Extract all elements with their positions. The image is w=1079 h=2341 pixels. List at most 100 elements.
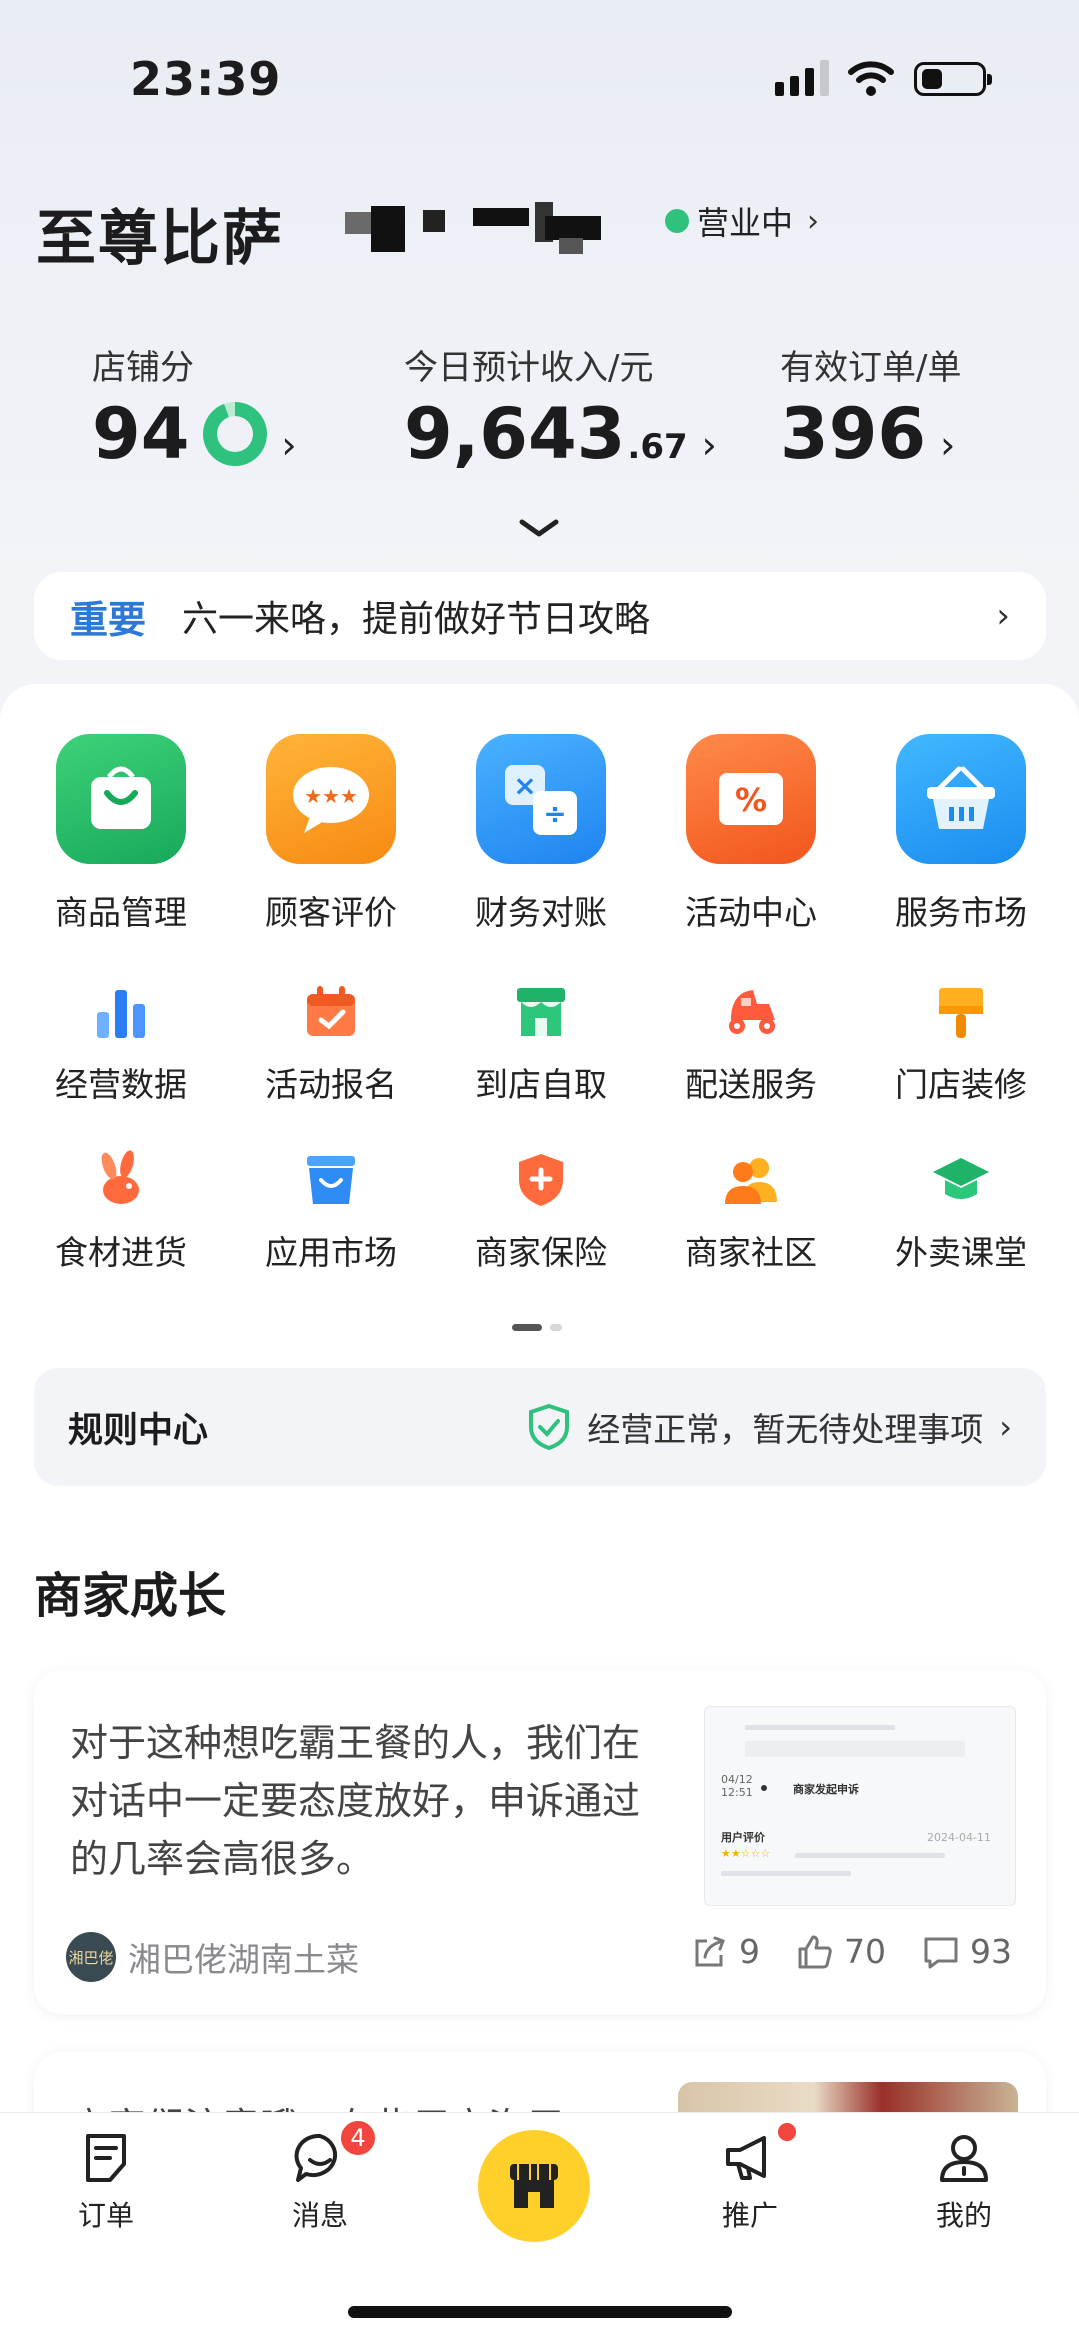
grid-item-customer-reviews[interactable]: ★★★ 顾客评价 — [236, 734, 426, 934]
thumb-time: 04/12 12:51 — [721, 1773, 753, 1799]
open-status-dot — [665, 209, 689, 233]
svg-text:★★★: ★★★ — [304, 784, 358, 808]
review-bubble-icon: ★★★ — [266, 734, 396, 864]
store-home-icon — [510, 2164, 558, 2208]
grid-item-service-market[interactable]: 服务市场 — [866, 734, 1056, 934]
paint-brush-icon — [939, 988, 983, 1038]
megaphone-icon — [726, 2136, 766, 2180]
chevron-right-icon: › — [701, 423, 717, 467]
orders-value: 396 — [780, 393, 927, 475]
secondary-function-row-1: 经营数据 活动报名 到店自取 配送服务 门店装修 — [26, 982, 1056, 1106]
tab-profile[interactable]: 我的 — [904, 2130, 1024, 2234]
grid-item-activity-signup[interactable]: 活动报名 — [236, 982, 426, 1106]
grid-item-store-pickup[interactable]: 到店自取 — [446, 982, 636, 1106]
notice-tag: 重要 — [70, 597, 147, 642]
share-icon — [695, 1936, 725, 1966]
thumb-review-label: 用户评价 — [721, 1831, 765, 1844]
rabbit-icon — [101, 1150, 139, 1204]
delivery-scooter-icon — [729, 990, 775, 1034]
chevron-right-icon: › — [996, 596, 1010, 636]
order-list-icon — [86, 2134, 126, 2182]
grid-item-ingredient-purchase[interactable]: 食材进货 — [26, 1150, 216, 1274]
share-button[interactable]: 9 — [691, 1932, 760, 1971]
grid-item-label: 外卖课堂 — [895, 1233, 1027, 1272]
bar-chart-icon — [97, 990, 145, 1038]
article-text: 对于这种想吃霸王餐的人，我们在对话中一定要态度放好，申诉通过的几率会高很多。 — [70, 1721, 641, 1881]
basket-icon — [896, 734, 1026, 864]
chevron-right-icon: › — [807, 203, 820, 239]
section-title: 商家成长 — [34, 1568, 227, 1624]
shop-name: 至尊比萨 — [36, 204, 284, 274]
grid-item-delivery-service[interactable]: 配送服务 — [656, 982, 846, 1106]
store-score-value: 94 — [92, 393, 190, 475]
rules-center-bar[interactable]: 规则中心 经营正常，暂无待处理事项 › — [34, 1368, 1046, 1486]
grid-item-merchant-community[interactable]: 商家社区 — [656, 1150, 846, 1274]
wifi-icon — [848, 61, 894, 96]
shield-plus-icon — [519, 1154, 563, 1206]
chevron-down-icon[interactable] — [518, 516, 560, 540]
tab-label: 推广 — [721, 2199, 778, 2232]
page-dot — [550, 1324, 562, 1331]
business-status[interactable]: 营业中 › — [665, 198, 819, 244]
tab-store-home[interactable] — [478, 2130, 590, 2242]
cellular-signal-icon — [775, 60, 829, 96]
grid-item-activity-center[interactable]: % 活动中心 — [656, 734, 846, 934]
finance-calculator-icon: × ÷ — [476, 734, 606, 864]
like-button[interactable]: 70 — [796, 1932, 886, 1971]
grid-item-label: 活动中心 — [685, 893, 817, 932]
grid-item-label: 配送服务 — [685, 1065, 817, 1104]
article-thumbnail: 04/12 12:51 商家发起申诉 用户评价 2024-04-11 ★★☆☆☆ — [704, 1706, 1016, 1906]
orders-stat[interactable]: 有效订单/单 396 › — [780, 340, 961, 475]
article-author[interactable]: 湘巴佬 湘巴佬湖南土菜 — [66, 1932, 359, 1982]
tab-label: 消息 — [291, 2199, 348, 2232]
community-people-icon — [725, 1158, 777, 1204]
grid-item-app-market[interactable]: 应用市场 — [236, 1150, 426, 1274]
orders-label: 有效订单/单 — [780, 348, 962, 388]
calendar-check-icon — [307, 986, 355, 1036]
rules-status-text: 经营正常，暂无待处理事项 — [587, 1410, 984, 1449]
grid-item-label: 商家保险 — [475, 1233, 607, 1272]
thumb-date: 2024-04-11 — [927, 1831, 991, 1844]
grid-page-indicator — [512, 1324, 562, 1331]
grid-item-label: 门店装修 — [895, 1065, 1027, 1104]
grid-item-merchant-insurance[interactable]: 商家保险 — [446, 1150, 636, 1274]
svg-text:×: × — [513, 769, 536, 802]
comment-icon — [924, 1937, 958, 1968]
grid-item-label: 财务对账 — [475, 893, 607, 932]
message-count-badge: 4 — [338, 2118, 378, 2158]
graduation-cap-icon — [933, 1158, 989, 1199]
rules-center-title: 规则中心 — [68, 1410, 209, 1451]
thumbs-up-icon — [798, 1935, 832, 1968]
grid-item-label: 服务市场 — [895, 893, 1027, 932]
income-stat[interactable]: 今日预计收入/元 9,643 .67 › — [404, 340, 717, 475]
storefront-icon — [517, 988, 565, 1036]
article-card[interactable]: 对于这种想吃霸王餐的人，我们在对话中一定要态度放好，申诉通过的几率会高很多。 0… — [34, 1670, 1046, 2014]
thumb-stars: ★★☆☆☆ — [721, 1847, 771, 1860]
promotion-notification-dot — [775, 2120, 799, 2144]
grid-item-product-management[interactable]: 商品管理 — [26, 734, 216, 934]
home-indicator — [348, 2306, 732, 2318]
grid-item-label: 到店自取 — [475, 1065, 607, 1104]
comment-button[interactable]: 93 — [922, 1932, 1012, 1971]
chevron-right-icon: › — [281, 423, 297, 467]
store-score-stat[interactable]: 店铺分 94 › — [92, 340, 297, 475]
redacted-name-block — [345, 202, 601, 254]
status-time: 23:39 — [130, 52, 282, 106]
grid-item-takeout-classroom[interactable]: 外卖课堂 — [866, 1150, 1056, 1274]
comment-count: 93 — [970, 1932, 1012, 1971]
avatar: 湘巴佬 — [66, 1932, 116, 1982]
grid-item-label: 商品管理 — [55, 893, 187, 932]
grid-item-business-data[interactable]: 经营数据 — [26, 982, 216, 1106]
grid-item-label: 应用市场 — [265, 1233, 397, 1272]
notice-text: 六一来咯，提前做好节日攻略 — [182, 599, 651, 640]
shopping-bag-icon — [56, 734, 186, 864]
grid-item-store-decoration[interactable]: 门店装修 — [866, 982, 1056, 1106]
grid-item-label: 顾客评价 — [265, 893, 397, 932]
discount-coupon-icon: % — [686, 734, 816, 864]
grid-item-finance-reconciliation[interactable]: × ÷ 财务对账 — [446, 734, 636, 934]
tab-promotion[interactable]: 推广 — [690, 2130, 810, 2234]
important-notice-bar[interactable]: 重要 六一来咯，提前做好节日攻略 › — [34, 572, 1046, 660]
tab-orders[interactable]: 订单 — [46, 2130, 166, 2234]
chevron-right-icon: › — [940, 423, 956, 467]
page-dot-active — [512, 1324, 542, 1331]
